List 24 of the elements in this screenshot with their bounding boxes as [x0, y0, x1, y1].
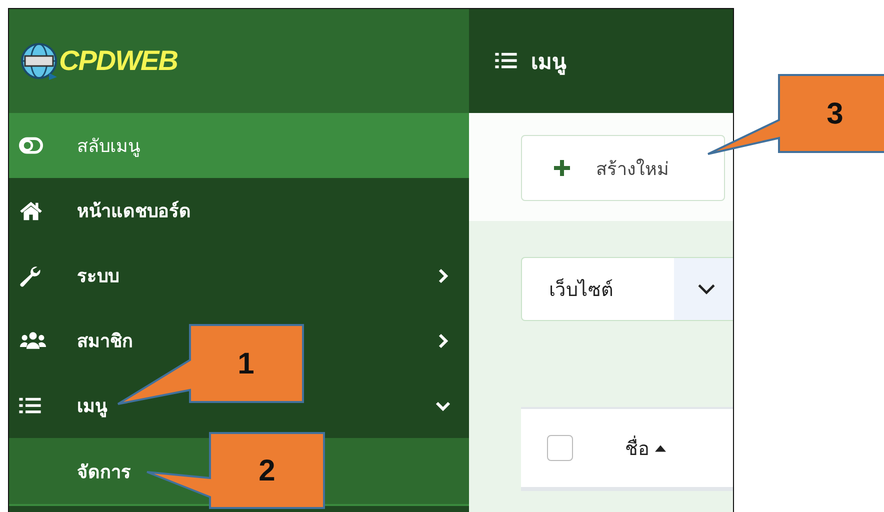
column-header[interactable]: ชื่อ [625, 433, 649, 463]
page-title: เมนู [531, 48, 566, 77]
plus-icon [554, 160, 570, 176]
list-icon [19, 396, 41, 414]
sidebar-item-label[interactable]: หน้าแดชบอร์ด [77, 201, 191, 222]
list-icon [495, 52, 517, 70]
sidebar-item-label[interactable]: เมนู [77, 396, 107, 417]
users-icon [19, 331, 47, 350]
wrench-icon [19, 264, 41, 286]
site-select[interactable]: เว็บไซต์ [521, 257, 733, 321]
callout-number: 2 [258, 454, 276, 488]
toggle-icon [19, 137, 43, 154]
sidebar-item-label[interactable]: สลับเมนู [77, 136, 140, 157]
callout-number: 3 [826, 98, 844, 130]
create-button[interactable]: สร้างใหม่ [521, 135, 725, 201]
checkbox[interactable] [547, 435, 573, 461]
home-icon [19, 200, 43, 220]
sidebar-item[interactable]: สลับเมนู [9, 113, 469, 178]
sidebar-item-label[interactable]: สมาชิก [77, 331, 133, 352]
callout-number: 1 [238, 348, 254, 380]
globe-icon [19, 41, 59, 81]
logo-text: CPDWEB [59, 45, 178, 77]
chevron-down-icon [698, 284, 715, 294]
sidebar-item-label[interactable]: ระบบ [77, 266, 119, 287]
